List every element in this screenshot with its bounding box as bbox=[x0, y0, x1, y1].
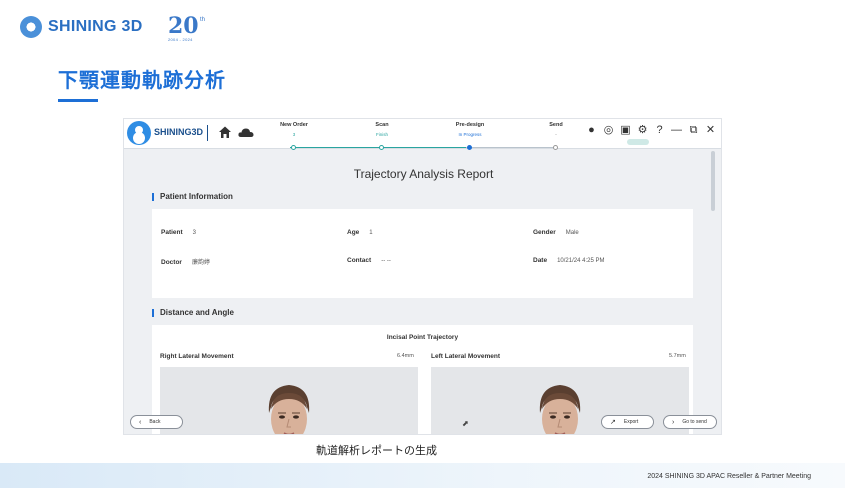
anniversary-suffix: th bbox=[200, 17, 206, 23]
chevron-right-icon: › bbox=[672, 418, 675, 426]
field-label: Contact bbox=[347, 257, 372, 264]
field-value: Male bbox=[565, 230, 579, 236]
go-to-send-button[interactable]: › Go to send bbox=[663, 415, 717, 429]
chevron-left-icon: ‹ bbox=[139, 418, 142, 426]
user-icon[interactable]: ● bbox=[585, 124, 598, 137]
cloud-icon[interactable] bbox=[238, 125, 254, 139]
step-pre-design[interactable]: Pre-design In Progress bbox=[440, 122, 500, 150]
patient-info-card: Patient 3 Age 1 Gender Male Doctor 廉韵婷 Conta… bbox=[152, 209, 693, 298]
field-value: -- -- bbox=[381, 258, 391, 264]
contact-field: Contact -- -- bbox=[347, 257, 391, 264]
right-movement-view[interactable] bbox=[160, 367, 418, 434]
footer-text: 2024 SHINING 3D APAC Reseller & Partner … bbox=[647, 473, 811, 480]
step-dot bbox=[553, 145, 558, 150]
target-icon[interactable]: ◎ bbox=[602, 124, 615, 137]
step-name: Scan bbox=[375, 122, 389, 128]
scrollbar[interactable] bbox=[711, 151, 715, 211]
window-controls: ● ◎ ▣ ⚙ ? — ⧉ ✕ bbox=[585, 124, 717, 137]
field-label: Doctor bbox=[161, 259, 182, 266]
brand-name: SHINING 3D bbox=[48, 18, 143, 35]
step-name: Send bbox=[549, 122, 563, 128]
step-name: New Order bbox=[280, 122, 308, 128]
age-field: Age 1 bbox=[347, 229, 373, 236]
close-icon[interactable]: ✕ bbox=[704, 124, 717, 137]
face-model-left bbox=[539, 385, 581, 434]
distance-section-title: Distance and Angle bbox=[152, 309, 234, 317]
field-label: Age bbox=[347, 229, 360, 236]
step-status: - bbox=[555, 132, 557, 137]
mouse-cursor-icon: ⬈ bbox=[462, 419, 469, 428]
toolbar-divider bbox=[207, 125, 208, 141]
step-dot bbox=[291, 145, 296, 150]
right-movement-value: 6.4mm bbox=[397, 353, 414, 359]
slide-title: 下顎運動軌跡分析 bbox=[58, 70, 226, 92]
shining3d-logo-icon bbox=[20, 16, 42, 38]
home-icon[interactable] bbox=[218, 125, 232, 139]
steps-track-progress bbox=[290, 147, 466, 148]
export-icon: ↗ bbox=[610, 418, 616, 426]
step-dot bbox=[467, 145, 472, 150]
app-window: SHINING3D New Order 3 Scan Finish Pre-de… bbox=[123, 118, 722, 435]
field-label: Date bbox=[533, 257, 548, 264]
face-model-right bbox=[268, 385, 310, 434]
step-new-order[interactable]: New Order 3 bbox=[264, 122, 324, 150]
field-value: 廉韵婷 bbox=[191, 260, 210, 266]
field-value: 3 bbox=[192, 230, 197, 236]
field-label: Gender bbox=[533, 229, 556, 236]
help-icon[interactable]: ? bbox=[653, 124, 666, 137]
right-movement-label: Right Lateral Movement bbox=[160, 353, 234, 360]
trajectory-title: Incisal Point Trajectory bbox=[386, 334, 459, 341]
export-button[interactable]: ↗ Export bbox=[601, 415, 654, 429]
date-field: Date 10/21/24 4:25 PM bbox=[533, 257, 604, 264]
doctor-field: Doctor 廉韵婷 bbox=[161, 257, 210, 266]
app-brand: SHINING3D bbox=[154, 127, 204, 137]
field-value: 1 bbox=[369, 230, 373, 236]
account-avatar[interactable] bbox=[127, 121, 151, 145]
step-dot bbox=[379, 145, 384, 150]
slide-caption: 軌道解析レポートの生成 bbox=[316, 445, 437, 457]
step-scan[interactable]: Scan Finish bbox=[352, 122, 412, 150]
gender-field: Gender Male bbox=[533, 229, 579, 236]
export-label: Export bbox=[623, 419, 639, 425]
field-label: Patient bbox=[161, 229, 183, 236]
step-status: In Progress bbox=[458, 132, 482, 137]
step-send[interactable]: Send - bbox=[526, 122, 586, 150]
window-icon[interactable]: ▣ bbox=[619, 124, 632, 137]
workflow-steps: New Order 3 Scan Finish Pre-design In Pr… bbox=[264, 119, 586, 150]
back-label: Back bbox=[149, 419, 161, 425]
status-badge bbox=[627, 139, 649, 145]
gear-icon[interactable]: ⚙ bbox=[636, 124, 649, 137]
step-name: Pre-design bbox=[455, 122, 485, 128]
back-button[interactable]: ‹ Back bbox=[130, 415, 183, 429]
step-status: 3 bbox=[292, 132, 296, 137]
left-movement-label: Left Lateral Movement bbox=[431, 353, 500, 360]
go-to-send-label: Go to send bbox=[682, 419, 707, 425]
minimize-icon[interactable]: — bbox=[670, 124, 683, 137]
app-toolbar: SHINING3D New Order 3 Scan Finish Pre-de… bbox=[124, 119, 721, 150]
patient-field: Patient 3 bbox=[161, 229, 196, 236]
step-status: Finish bbox=[375, 132, 388, 137]
anniversary-years: 2004 - 2024 bbox=[168, 37, 193, 42]
report-title: Trajectory Analysis Report bbox=[353, 167, 494, 181]
shining3d-logo: SHINING 3D bbox=[20, 16, 143, 38]
left-movement-value: 5.7mm bbox=[669, 353, 686, 359]
anniversary-badge: 20 th 2004 - 2024 bbox=[168, 15, 208, 43]
slide-footer: 2024 SHINING 3D APAC Reseller & Partner … bbox=[0, 463, 845, 488]
restore-icon[interactable]: ⧉ bbox=[687, 124, 700, 137]
title-underline bbox=[58, 99, 98, 102]
field-value: 10/21/24 4:25 PM bbox=[557, 258, 605, 264]
patient-section-title: Patient Information bbox=[152, 193, 233, 201]
